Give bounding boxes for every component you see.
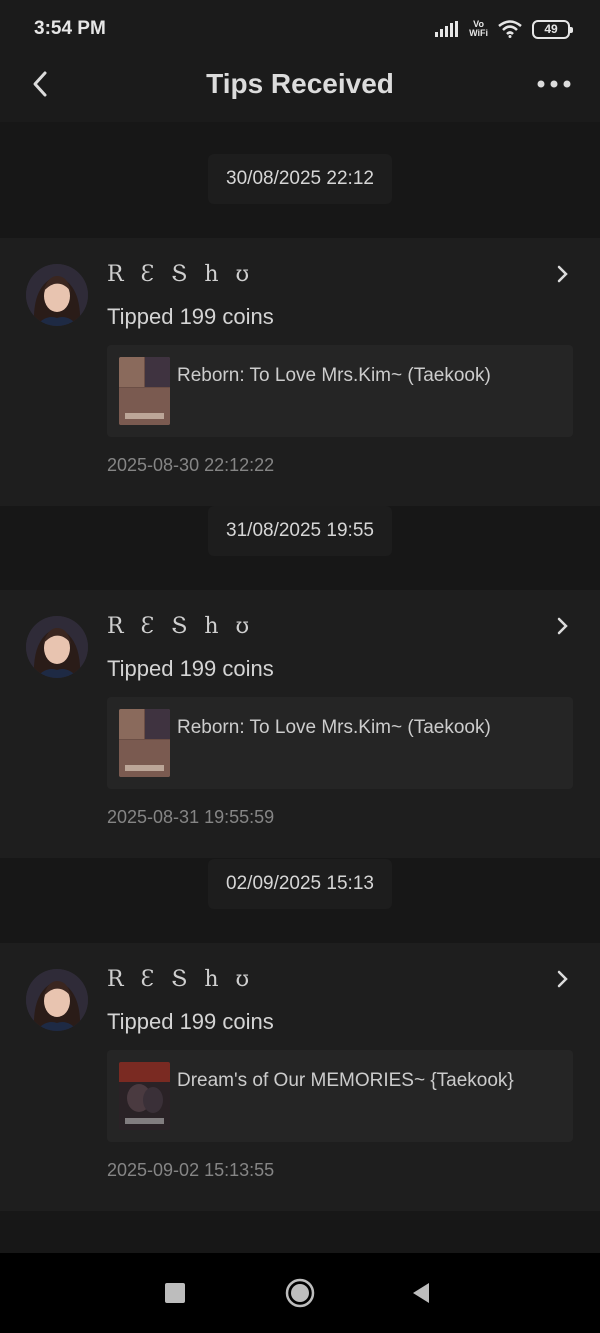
system-nav-bar	[0, 1253, 600, 1333]
tip-amount: Tipped 199 coins	[107, 656, 274, 681]
avatar[interactable]	[26, 969, 88, 1031]
triangle-back-icon	[413, 1283, 429, 1303]
date-chip: 31/08/2025 19:55	[208, 506, 392, 556]
app-header: Tips Received	[0, 58, 600, 122]
circle-icon	[285, 1278, 315, 1308]
wifi-icon	[498, 20, 522, 38]
square-icon	[165, 1283, 185, 1303]
avatar[interactable]	[26, 264, 88, 326]
chevron-button[interactable]	[550, 262, 574, 286]
chevron-right-icon	[557, 970, 568, 988]
book-cover	[119, 1062, 170, 1130]
avatar-image	[26, 616, 88, 678]
book-cover	[119, 357, 170, 425]
date-chip: 30/08/2025 22:12	[208, 154, 392, 204]
avatar[interactable]	[26, 616, 88, 678]
book-title: Reborn: To Love Mrs.Kim~ (Taekook)	[177, 365, 491, 386]
username[interactable]: R Ɛ Տ h ʊ	[107, 614, 254, 639]
book-cover	[119, 709, 170, 777]
date-separator: 31/08/2025 19:55	[0, 506, 600, 556]
book-title: Reborn: To Love Mrs.Kim~ (Taekook)	[177, 717, 491, 738]
tip-card[interactable]: R Ɛ Տ h ʊ Tipped 199 coins Reborn: To Lo…	[0, 238, 600, 506]
status-bar: 3:54 PM Vo WiFi 49	[0, 0, 600, 58]
book-cover-image	[119, 709, 170, 777]
tip-amount: Tipped 199 coins	[107, 304, 274, 329]
tip-card[interactable]: R Ɛ Տ h ʊ Tipped 199 coins Reborn: To Lo…	[0, 590, 600, 858]
chevron-right-icon	[557, 265, 568, 283]
nav-back-button[interactable]	[401, 1273, 441, 1313]
book-cover-image	[119, 1062, 170, 1130]
username[interactable]: R Ɛ Տ h ʊ	[107, 967, 254, 992]
status-time: 3:54 PM	[34, 18, 106, 39]
tip-card[interactable]: R Ɛ Տ h ʊ Tipped 199 coins Dream's of Ou…	[0, 943, 600, 1211]
battery-level: 49	[544, 22, 558, 36]
chevron-right-icon	[557, 617, 568, 635]
vowifi-bottom: WiFi	[469, 28, 488, 38]
date-separator: 30/08/2025 22:12	[0, 154, 600, 204]
book-link[interactable]: Dream's of Our MEMORIES~ {Taekook}	[107, 1050, 573, 1142]
avatar-image	[26, 969, 88, 1031]
battery-icon: 49	[532, 19, 573, 39]
chevron-button[interactable]	[550, 614, 574, 638]
timestamp: 2025-09-02 15:13:55	[107, 1160, 275, 1180]
avatar-image	[26, 264, 88, 326]
vowifi-icon: Vo WiFi	[469, 20, 488, 38]
username[interactable]: R Ɛ Տ h ʊ	[107, 262, 254, 287]
book-title: Dream's of Our MEMORIES~ {Taekook}	[177, 1070, 514, 1091]
tip-amount: Tipped 199 coins	[107, 1009, 274, 1034]
timestamp: 2025-08-31 19:55:59	[107, 807, 275, 827]
timestamp: 2025-08-30 22:12:22	[107, 455, 275, 475]
book-link[interactable]: Reborn: To Love Mrs.Kim~ (Taekook)	[107, 345, 573, 437]
chevron-button[interactable]	[550, 967, 574, 991]
book-cover-image	[119, 357, 170, 425]
more-dots-icon	[537, 80, 571, 88]
recents-button[interactable]	[155, 1273, 195, 1313]
page-title: Tips Received	[206, 68, 394, 99]
more-button[interactable]	[534, 70, 574, 98]
home-button[interactable]	[280, 1273, 320, 1313]
date-separator: 02/09/2025 15:13	[0, 859, 600, 909]
status-icons: Vo WiFi 49	[435, 17, 573, 41]
date-chip: 02/09/2025 15:13	[208, 859, 392, 909]
book-link[interactable]: Reborn: To Love Mrs.Kim~ (Taekook)	[107, 697, 573, 789]
signal-icon	[435, 21, 459, 37]
